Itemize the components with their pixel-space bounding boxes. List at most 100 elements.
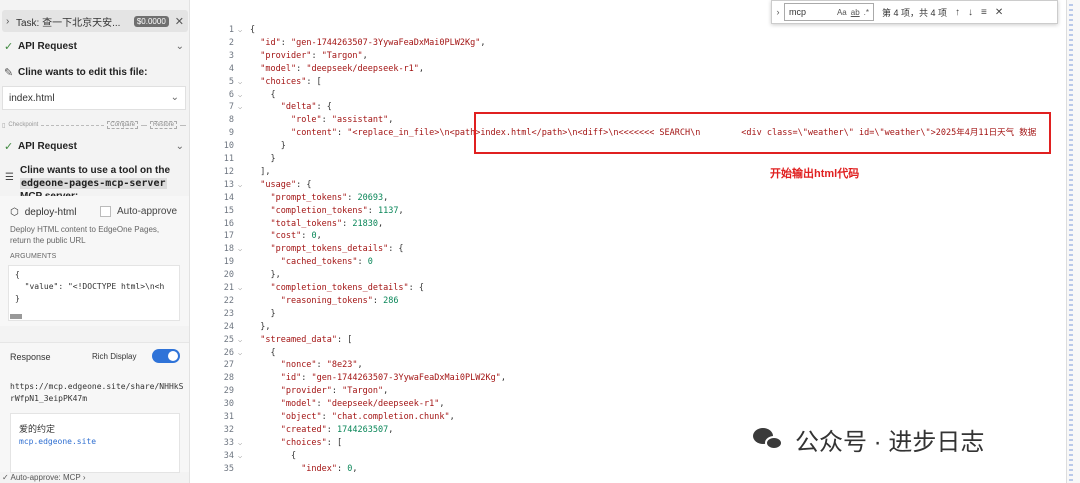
minimap-line [1069,209,1073,211]
fold-icon[interactable]: ⌵ [238,243,242,256]
find-count: 第 4 项，共 4 项 [882,7,948,18]
fold-icon[interactable]: ⌵ [238,179,242,192]
line-number: 29 [223,386,234,397]
fold-icon[interactable]: ⌵ [238,76,242,89]
response-preview[interactable]: 爱的约定 mcp.edgeone.site [10,413,180,473]
compare-button[interactable]: Compare [107,121,138,129]
code-line[interactable]: 27 "nonce": "8e23", [200,359,1066,372]
match-case-icon[interactable]: Aa [837,8,847,17]
minimap-line [1069,299,1073,301]
code-line[interactable]: 26 ⌵ { [200,347,1066,360]
code-text: ], [260,166,271,177]
code-text: "streamed_data": [ [260,334,353,345]
regex-icon[interactable]: .* [864,8,869,17]
code-line[interactable]: 18 ⌵ "prompt_tokens_details": { [200,243,1066,256]
code-line[interactable]: 19 "cached_tokens": 0 [200,256,1066,269]
code-line[interactable]: 24 }, [200,321,1066,334]
minimap-line [1069,269,1073,271]
fold-icon[interactable]: ⌵ [238,24,242,37]
code-editor[interactable]: 1 ⌵ {2 "id": "gen-1744263507-3YywaFeaDxMai… [200,0,1066,483]
preview-link[interactable]: mcp.edgeone.site [19,437,96,446]
api-request-row-2[interactable]: ✓ API Request ⌄ [4,140,186,153]
code-line[interactable]: 5 ⌵ "choices": [ [200,76,1066,89]
whole-word-icon[interactable]: ab [851,8,860,17]
minimap-line [1069,84,1073,86]
watermark-text: 公众号 · 进步日志 [795,429,985,456]
check-icon: ✓ [4,41,14,53]
find-input[interactable]: mcp Aa ab .* [784,3,874,21]
minimap-line [1069,344,1073,346]
code-line[interactable]: 22 "reasoning_tokens": 286 [200,295,1066,308]
code-line[interactable]: 3 "provider": "Targon", [200,50,1066,63]
minimap-line [1069,159,1073,161]
code-line[interactable]: 4 "model": "deepseek/deepseek-r1", [200,63,1066,76]
code-line[interactable]: 23 } [200,308,1066,321]
code-line[interactable]: 12 ], [200,166,1066,179]
close-icon[interactable]: ✕ [175,15,184,28]
chevron-down-icon[interactable]: ⌄ [176,41,184,52]
code-text: "nonce": "8e23", [280,360,363,371]
arrow-up-icon[interactable]: ↑ [955,7,960,18]
fold-icon[interactable]: ⌵ [238,282,242,295]
line-number: 7 [228,102,234,113]
fold-icon[interactable]: ⌵ [238,89,242,102]
minimap[interactable] [1066,0,1080,483]
code-line[interactable]: 29 "provider": "Targon", [200,385,1066,398]
code-line[interactable]: 25 ⌵ "streamed_data": [ [200,334,1066,347]
checkbox[interactable] [100,206,111,217]
code-line[interactable]: 14 "prompt_tokens": 20693, [200,192,1066,205]
code-line[interactable]: 13 ⌵ "usage": { [200,179,1066,192]
api-request-row-1[interactable]: ✓ API Request ⌄ [4,40,186,53]
line-number: 6 [228,89,234,100]
fold-icon[interactable]: ⌵ [238,450,242,463]
auto-approve-footer[interactable]: ✓ Auto-approve: MCP › [2,473,85,482]
code-line[interactable]: 11 } [200,153,1066,166]
wechat-icon [753,426,787,454]
find-widget[interactable]: › mcp Aa ab .* 第 4 项，共 4 项 ↑ ↓ ≡ ✕ [771,0,1058,24]
menu-icon[interactable]: ≡ [981,7,987,18]
code-line[interactable]: 30 "model": "deepseek/deepseek-r1", [200,398,1066,411]
code-line[interactable]: 2 "id": "gen-1744263507-3YywaFeaDxMai0PL… [200,37,1066,50]
fold-icon[interactable]: ⌵ [238,334,242,347]
code-line[interactable]: 28 "id": "gen-1744263507-3YywaFeaDxMai0P… [200,372,1066,385]
response-url[interactable]: https://mcp.edgeone.site/share/NHHkSrWfp… [10,381,184,405]
close-icon[interactable]: ✕ [995,7,1003,18]
code-line[interactable]: 6 ⌵ { [200,89,1066,102]
line-number: 28 [223,373,234,384]
chevron-down-icon[interactable]: ⌄ [176,141,184,152]
arrow-down-icon[interactable]: ↓ [968,7,973,18]
auto-approve-checkbox[interactable]: Auto-approve [100,206,177,217]
minimap-line [1069,59,1073,61]
fold-icon[interactable]: ⌵ [238,101,242,114]
minimap-line [1069,154,1073,156]
minimap-line [1069,194,1073,196]
minimap-line [1069,119,1073,121]
code-text: "usage": { [260,179,312,190]
restore-button[interactable]: Restore [149,121,177,129]
minimap-line [1069,229,1073,231]
code-line[interactable]: 16 "total_tokens": 21830, [200,218,1066,231]
code-line[interactable]: 35 "index": 0, [200,463,1066,476]
task-header[interactable]: › Task: 查一下北京天安... $0.0000 ✕ [2,10,188,32]
chevron-right-icon[interactable]: › [6,16,16,27]
horizontal-scrollbar[interactable] [10,314,22,319]
rich-display-toggle[interactable] [152,349,180,363]
chevron-right-icon[interactable]: › [772,7,784,17]
code-line[interactable]: 20 }, [200,269,1066,282]
minimap-line [1069,369,1073,371]
minimap-line [1069,324,1073,326]
code-text: "model": "deepseek/deepseek-r1", [280,399,445,410]
code-line[interactable]: 21 ⌵ "completion_tokens_details": { [200,282,1066,295]
code-text: "choices": [ [280,437,343,448]
file-select-value: index.html [9,92,55,104]
minimap-line [1069,224,1073,226]
line-number: 13 [223,179,234,190]
chevron-down-icon[interactable]: ⌄ [171,92,179,103]
fold-icon[interactable]: ⌵ [238,437,242,450]
file-select[interactable]: index.html ⌄ [2,86,186,110]
code-line[interactable]: 15 "completion_tokens": 1137, [200,205,1066,218]
minimap-line [1069,289,1073,291]
fold-icon[interactable]: ⌵ [238,347,242,360]
code-line[interactable]: 1 ⌵ { [200,24,1066,37]
code-line[interactable]: 17 "cost": 0, [200,230,1066,243]
